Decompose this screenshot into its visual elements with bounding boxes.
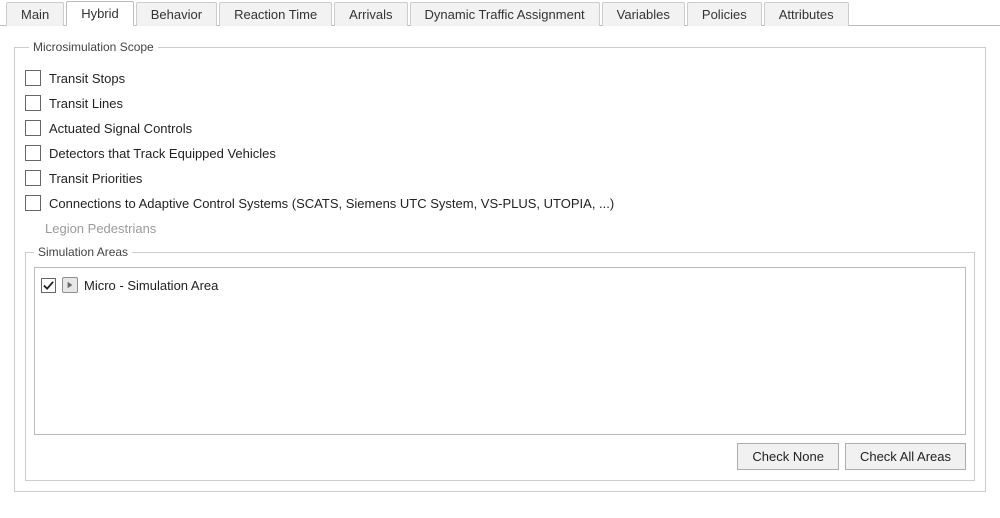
tab-policies[interactable]: Policies xyxy=(687,2,762,26)
tab-bar: Main Hybrid Behavior Reaction Time Arriv… xyxy=(0,0,1000,26)
microsimulation-scope-group: Microsimulation Scope Transit Stops Tran… xyxy=(14,40,986,492)
label-transit-priorities: Transit Priorities xyxy=(49,171,142,186)
checkbox-actuated-signal-controls[interactable] xyxy=(25,120,41,136)
checkbox-detectors-track-equipped[interactable] xyxy=(25,145,41,161)
tab-dynamic-traffic-assignment[interactable]: Dynamic Traffic Assignment xyxy=(410,2,600,26)
simulation-areas-group: Simulation Areas Micro - Simulation Area… xyxy=(25,245,975,481)
microsimulation-scope-legend: Microsimulation Scope xyxy=(29,40,158,54)
area-icon xyxy=(62,277,78,293)
label-actuated-signal-controls: Actuated Signal Controls xyxy=(49,121,192,136)
label-area-micro: Micro - Simulation Area xyxy=(84,278,218,293)
checkbox-transit-lines[interactable] xyxy=(25,95,41,111)
label-detectors-track-equipped: Detectors that Track Equipped Vehicles xyxy=(49,146,276,161)
simulation-areas-buttons: Check None Check All Areas xyxy=(34,443,966,470)
check-all-areas-button[interactable]: Check All Areas xyxy=(845,443,966,470)
tab-behavior[interactable]: Behavior xyxy=(136,2,217,26)
tab-arrivals[interactable]: Arrivals xyxy=(334,2,407,26)
option-adaptive-control-connections[interactable]: Connections to Adaptive Control Systems … xyxy=(25,192,975,214)
simulation-areas-legend: Simulation Areas xyxy=(34,245,132,259)
tab-content: Microsimulation Scope Transit Stops Tran… xyxy=(0,26,1000,518)
option-transit-stops[interactable]: Transit Stops xyxy=(25,67,975,89)
checkbox-transit-stops[interactable] xyxy=(25,70,41,86)
list-item[interactable]: Micro - Simulation Area xyxy=(41,274,959,296)
checkbox-transit-priorities[interactable] xyxy=(25,170,41,186)
check-none-button[interactable]: Check None xyxy=(737,443,839,470)
tab-variables[interactable]: Variables xyxy=(602,2,685,26)
label-legion-pedestrians: Legion Pedestrians xyxy=(45,221,156,236)
tab-attributes[interactable]: Attributes xyxy=(764,2,849,26)
label-adaptive-control-connections: Connections to Adaptive Control Systems … xyxy=(49,196,614,211)
tab-reaction-time[interactable]: Reaction Time xyxy=(219,2,332,26)
label-transit-lines: Transit Lines xyxy=(49,96,123,111)
checkbox-adaptive-control-connections[interactable] xyxy=(25,195,41,211)
option-detectors-track-equipped[interactable]: Detectors that Track Equipped Vehicles xyxy=(25,142,975,164)
tab-hybrid[interactable]: Hybrid xyxy=(66,1,134,26)
option-legion-pedestrians: Legion Pedestrians xyxy=(25,217,975,239)
checkbox-area-micro[interactable] xyxy=(41,278,56,293)
option-transit-lines[interactable]: Transit Lines xyxy=(25,92,975,114)
option-actuated-signal-controls[interactable]: Actuated Signal Controls xyxy=(25,117,975,139)
option-transit-priorities[interactable]: Transit Priorities xyxy=(25,167,975,189)
label-transit-stops: Transit Stops xyxy=(49,71,125,86)
tab-main[interactable]: Main xyxy=(6,2,64,26)
simulation-areas-list[interactable]: Micro - Simulation Area xyxy=(34,267,966,435)
